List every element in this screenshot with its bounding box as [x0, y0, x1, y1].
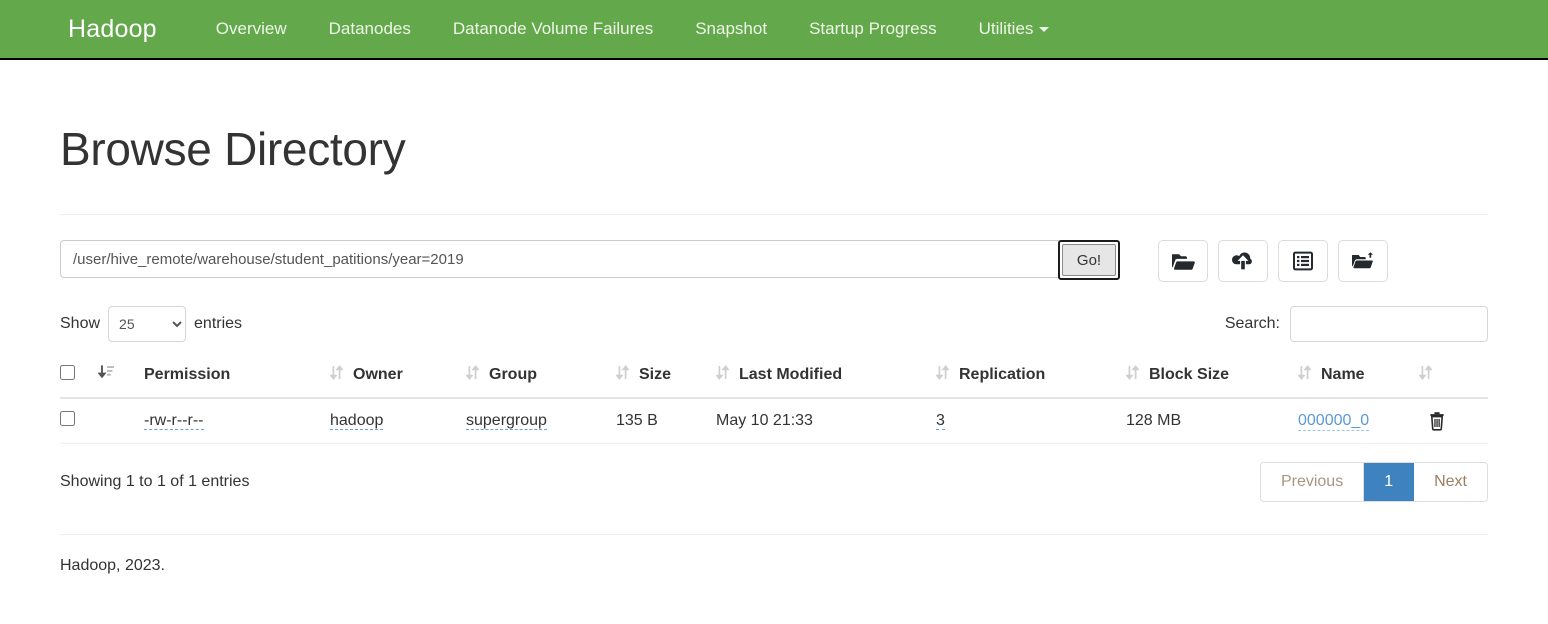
permission-value[interactable]: -rw-r--r--	[144, 412, 204, 430]
table-header-row: Permission Owner Group Size Last Modifie…	[60, 356, 1488, 399]
replication-value[interactable]: 3	[936, 412, 945, 430]
table-row: -rw-r--r-- hadoop supergroup 135 B May 1…	[60, 398, 1488, 444]
path-action-buttons	[1158, 240, 1388, 282]
select-all-header	[60, 356, 98, 399]
page-footer: Hadoop, 2023.	[60, 557, 165, 574]
sort-amount-desc-icon	[97, 364, 115, 385]
entries-label: entries	[194, 315, 243, 332]
owner-value[interactable]: hadoop	[330, 412, 384, 430]
chevron-down-icon	[1039, 27, 1050, 33]
search-label: Search:	[1224, 315, 1280, 332]
sort-icon	[1417, 364, 1433, 385]
sort-icon	[715, 364, 730, 385]
column-header-group[interactable]: Group	[465, 356, 616, 399]
sort-icon	[935, 364, 950, 385]
datatable-footer: Showing 1 to 1 of 1 entries Previous 1 N…	[60, 462, 1488, 502]
row-select-checkbox[interactable]	[60, 411, 75, 426]
navbar-brand-hadoop[interactable]: Hadoop	[68, 16, 157, 42]
search-input[interactable]	[1290, 306, 1488, 342]
go-button[interactable]: Go!	[1062, 244, 1116, 276]
entries-length-control: Show 25 entries	[60, 306, 242, 342]
entries-info: Showing 1 to 1 of 1 entries	[60, 473, 250, 490]
page-title: Browse Directory	[60, 123, 406, 175]
snapshot-list-button[interactable]	[1278, 240, 1328, 282]
navbar-links: Overview Datanodes Datanode Volume Failu…	[195, 19, 1071, 39]
column-header-block-size-label: Block Size	[1149, 365, 1230, 383]
path-input-group: Go!	[60, 240, 1120, 280]
nav-link-utilities[interactable]: Utilities	[958, 19, 1071, 39]
cell-block-size: 128 MB	[1126, 398, 1298, 444]
main-container: Browse Directory Go!	[60, 122, 1488, 575]
pagination: Previous 1 Next	[1259, 462, 1488, 502]
nav-link-datanode-volume-failures[interactable]: Datanode Volume Failures	[432, 19, 674, 39]
pagination-next[interactable]: Next	[1414, 463, 1487, 501]
go-button-focus-ring: Go!	[1058, 240, 1120, 280]
upload-button[interactable]	[1218, 240, 1268, 282]
cell-replication: 3	[936, 398, 1126, 444]
column-header-replication[interactable]: Replication	[935, 356, 1126, 399]
folder-new-icon	[1351, 251, 1375, 271]
delete-file-button[interactable]	[1428, 411, 1446, 431]
create-directory-button[interactable]	[1338, 240, 1388, 282]
column-header-replication-label: Replication	[959, 365, 1046, 383]
row-spacer-cell	[98, 398, 144, 444]
sort-icon	[329, 364, 344, 385]
nav-link-utilities-label: Utilities	[978, 19, 1034, 38]
cell-size: 135 B	[616, 398, 716, 444]
trash-icon	[1428, 412, 1446, 434]
nav-link-snapshot[interactable]: Snapshot	[674, 19, 788, 39]
sort-icon	[465, 364, 480, 385]
pagination-page-1[interactable]: 1	[1364, 463, 1415, 501]
cell-name: 000000_0	[1298, 398, 1488, 444]
path-input[interactable]	[60, 240, 1059, 278]
files-table: Permission Owner Group Size Last Modifie…	[60, 356, 1488, 444]
top-navbar: Hadoop Overview Datanodes Datanode Volum…	[0, 0, 1548, 60]
list-alt-icon	[1292, 251, 1314, 271]
column-header-permission[interactable]: Permission	[144, 356, 330, 399]
folder-open-icon	[1171, 251, 1195, 271]
group-value[interactable]: supergroup	[466, 412, 547, 430]
title-divider	[60, 214, 1488, 215]
files-table-head: Permission Owner Group Size Last Modifie…	[60, 356, 1488, 399]
column-header-permission-label: Permission	[144, 365, 231, 383]
column-header-group-label: Group	[489, 365, 537, 383]
column-header-block-size[interactable]: Block Size	[1125, 356, 1298, 399]
column-header-owner[interactable]: Owner	[329, 356, 466, 399]
entries-per-page-select[interactable]: 25	[108, 306, 187, 342]
nav-link-startup-progress[interactable]: Startup Progress	[788, 19, 958, 39]
column-header-size-label: Size	[639, 365, 672, 383]
sort-icon	[1125, 364, 1140, 385]
pagination-previous[interactable]: Previous	[1260, 463, 1365, 501]
datatable-controls: Show 25 entries Search:	[60, 306, 1488, 342]
cell-permission: -rw-r--r--	[144, 398, 330, 444]
file-name-link[interactable]: 000000_0	[1298, 412, 1370, 431]
files-table-body: -rw-r--r-- hadoop supergroup 135 B May 1…	[60, 398, 1488, 444]
sort-icon	[615, 364, 630, 385]
show-label: Show	[60, 315, 101, 332]
sort-order-header[interactable]	[97, 356, 144, 399]
nav-link-datanodes[interactable]: Datanodes	[308, 19, 432, 39]
column-header-owner-label: Owner	[353, 365, 403, 383]
path-bar: Go!	[60, 240, 1488, 282]
column-header-last-modified-label: Last Modified	[739, 365, 843, 383]
sort-icon	[1297, 364, 1312, 385]
column-header-last-modified[interactable]: Last Modified	[715, 356, 936, 399]
search-control: Search:	[1225, 306, 1488, 342]
select-all-checkbox[interactable]	[60, 364, 75, 380]
cell-last-modified: May 10 21:33	[716, 398, 936, 444]
column-header-name-label: Name	[1321, 365, 1365, 383]
column-header-size[interactable]: Size	[615, 356, 716, 399]
cell-owner: hadoop	[330, 398, 466, 444]
nav-link-overview[interactable]: Overview	[195, 19, 308, 39]
row-select-cell	[60, 398, 98, 444]
cloud-upload-icon	[1231, 251, 1255, 271]
browse-folder-button[interactable]	[1158, 240, 1208, 282]
cell-group: supergroup	[466, 398, 616, 444]
column-header-name[interactable]: Name	[1297, 356, 1488, 399]
